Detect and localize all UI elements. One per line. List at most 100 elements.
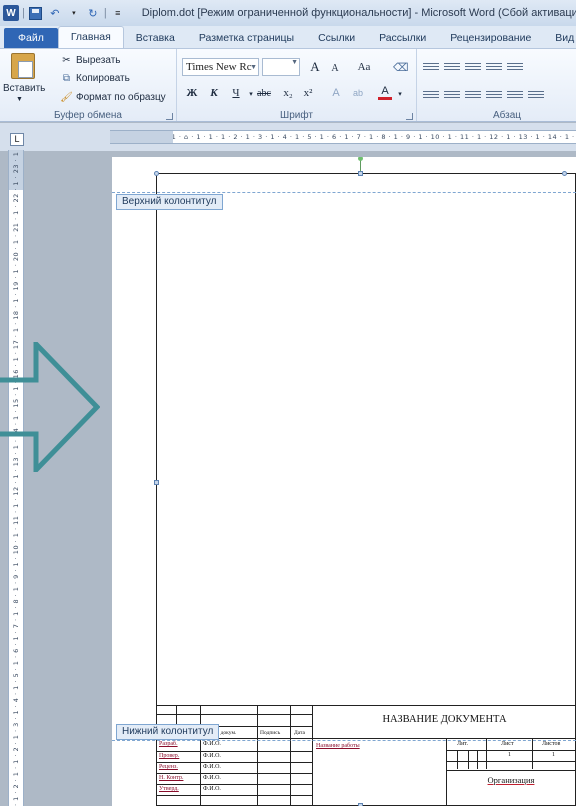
shrink-font-button[interactable]: A (328, 60, 342, 76)
paragraph-row-2 (423, 87, 544, 101)
paragraph-group-label: Абзац (492, 110, 522, 121)
sheet-label: Лист (501, 741, 514, 747)
resize-handle-top-left[interactable] (154, 171, 159, 176)
copy-label: Копировать (76, 73, 130, 84)
format-painter-button[interactable]: 🖌 Формат по образцу (60, 90, 166, 105)
justify-icon[interactable] (486, 87, 502, 101)
bold-button[interactable]: Ж (185, 85, 199, 101)
work-name[interactable]: Название работы (316, 743, 360, 749)
clipboard-launcher-icon[interactable] (166, 113, 173, 120)
save-icon[interactable] (28, 5, 44, 21)
organization[interactable]: Организация (446, 775, 576, 785)
copy-icon: ⧉ (62, 73, 71, 84)
text-effects-button[interactable]: A (329, 85, 343, 101)
name-reviewer[interactable]: Ф.И.О. (203, 764, 221, 770)
format-painter-label: Формат по образцу (76, 92, 166, 103)
tab-selector[interactable]: L (10, 133, 24, 146)
name-norm-control[interactable]: Ф.И.О. (203, 775, 221, 781)
vertical-ruler-label-clip: · 1 · 2 · 1 · 1 · 2 · 1 · 3 · 1 · 4 · 1 … (10, 150, 24, 806)
copy-button[interactable]: ⧉ Копировать (60, 71, 130, 86)
superscript-button[interactable]: x² (301, 85, 315, 101)
stamp-line (468, 750, 469, 769)
stamp-line (156, 706, 157, 806)
name-checker[interactable]: Ф.И.О. (203, 753, 221, 759)
strikethrough-button[interactable]: abc (257, 85, 271, 101)
shading-icon[interactable] (528, 87, 544, 101)
stamp-line (156, 784, 312, 785)
header-label[interactable]: Верхний колонтитул (116, 194, 223, 210)
qat-separator: | (22, 7, 25, 19)
paste-dropdown-icon[interactable]: ▼ (16, 96, 23, 103)
role-checker: Провер. (159, 753, 180, 759)
tab-review[interactable]: Рецензирование (438, 28, 543, 48)
font-color-dropdown-icon[interactable]: ▾ (393, 86, 407, 102)
decrease-indent-icon[interactable] (486, 59, 502, 73)
vertical-ruler-marks: · 1 · 2 · 1 · 1 · 2 · 1 · 3 · 1 · 4 · 1 … (12, 150, 20, 806)
clipboard-group-label: Буфер обмена (54, 110, 122, 121)
customize-qat-icon[interactable]: ≡ (110, 5, 126, 21)
document-page[interactable]: Верхний колонтитул НАЗВАНИЕ ДОКУМЕНТА № … (112, 157, 576, 806)
underline-dropdown-icon[interactable]: ▾ (244, 86, 258, 102)
grow-font-button[interactable]: A (308, 59, 322, 75)
paste-icon[interactable] (11, 53, 35, 79)
font-name-value: Times New Rc (186, 61, 252, 73)
numbering-icon[interactable] (444, 59, 460, 73)
resize-handle-top-right[interactable] (562, 171, 567, 176)
arrow-shape (0, 342, 100, 472)
horizontal-ruler-marks: 3 · 1 · 2 · 1 · 1 · 1 · ⌂ · 1 · 1 · 1 · … (110, 133, 576, 141)
tab-file[interactable]: Файл (4, 28, 58, 48)
font-name-input[interactable]: Times New Rc ▼ (182, 58, 259, 76)
bullets-icon[interactable] (423, 59, 439, 73)
chevron-down-icon[interactable]: ▼ (291, 59, 298, 66)
resize-handle-top-center[interactable] (358, 171, 363, 176)
name-developer[interactable]: Ф.И.О. (203, 741, 221, 747)
horizontal-ruler[interactable]: 3 · 1 · 2 · 1 · 1 · 1 · ⌂ · 1 · 1 · 1 · … (110, 130, 576, 144)
title-block-stamp[interactable]: НАЗВАНИЕ ДОКУМЕНТА № докум. Подпись Дата… (156, 705, 576, 806)
highlight-button[interactable]: ab (351, 85, 365, 101)
clear-formatting-icon[interactable]: ⌫ (393, 59, 409, 75)
multilevel-list-icon[interactable] (465, 59, 481, 73)
sheet-value[interactable]: 1 (508, 752, 511, 758)
line-spacing-icon[interactable] (507, 87, 523, 101)
paragraph-group: Абзац (417, 49, 576, 121)
undo-dropdown-icon[interactable]: ▾ (66, 5, 82, 21)
col-date: Дата (294, 730, 305, 736)
col-signature: Подпись (260, 730, 281, 736)
ruler-margin-left (110, 131, 173, 143)
font-launcher-icon[interactable] (406, 113, 413, 120)
cut-button[interactable]: ✂ Вырезать (60, 53, 120, 68)
align-center-icon[interactable] (444, 87, 460, 101)
paragraph-row-1 (423, 59, 523, 73)
stamp-line (290, 706, 291, 806)
align-left-icon[interactable] (423, 87, 439, 101)
tab-mailings[interactable]: Рассылки (367, 28, 438, 48)
paste-button[interactable]: Вставить (3, 83, 45, 94)
sheets-value[interactable]: 1 (552, 752, 555, 758)
resize-handle-mid-left[interactable] (154, 480, 159, 485)
stamp-line (532, 738, 533, 769)
subscript-button[interactable]: x₂ (281, 85, 295, 101)
chevron-down-icon[interactable]: ▼ (250, 59, 257, 75)
tab-insert[interactable]: Вставка (124, 28, 187, 48)
tab-references[interactable]: Ссылки (306, 28, 367, 48)
stamp-line (156, 751, 312, 752)
change-case-button[interactable]: Aa (357, 59, 371, 75)
tab-home[interactable]: Главная (57, 26, 124, 48)
font-size-input[interactable]: ▼ (262, 58, 300, 76)
font-color-button[interactable]: A (378, 84, 392, 100)
document-title[interactable]: НАЗВАНИЕ ДОКУМЕНТА (313, 714, 576, 725)
align-right-icon[interactable] (465, 87, 481, 101)
undo-icon[interactable]: ↶ (47, 5, 63, 21)
italic-button[interactable]: К (207, 85, 221, 101)
redo-icon[interactable]: ↻ (85, 5, 101, 21)
tab-page-layout[interactable]: Разметка страницы (187, 28, 306, 48)
font-group-label: Шрифт (280, 110, 313, 121)
underline-button[interactable]: Ч (229, 85, 243, 101)
name-approver[interactable]: Ф.И.О. (203, 786, 221, 792)
tab-view[interactable]: Вид (543, 28, 576, 48)
footer-label[interactable]: Нижний колонтитул (116, 724, 220, 740)
role-approver: Утверд. (159, 786, 179, 792)
rotation-handle[interactable] (358, 157, 363, 161)
increase-indent-icon[interactable] (507, 59, 523, 73)
word-app-icon[interactable]: W (3, 5, 19, 21)
